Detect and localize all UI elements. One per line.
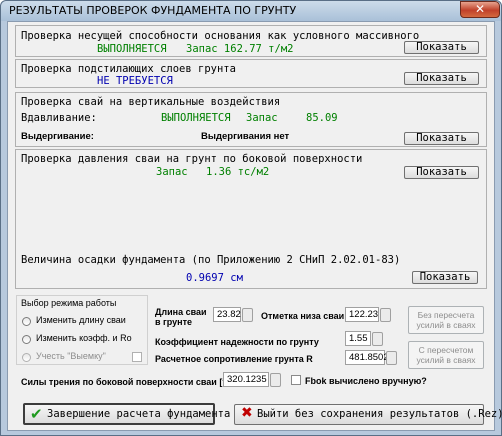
mode-group-label: Выбор режима работы bbox=[21, 298, 117, 308]
push-status: ВЫПОЛНЯЕТСЯ bbox=[161, 112, 231, 124]
pile-length-spinner[interactable] bbox=[242, 308, 253, 322]
underlying-show-button[interactable]: Показать bbox=[404, 72, 479, 85]
mode-group: Выбор режима работы Изменить длину сваи … bbox=[16, 295, 148, 365]
lateral-check-title: Проверка давления сваи на грунт по боков… bbox=[21, 153, 363, 165]
underlying-check-panel: Проверка подстилающих слоев грунта НЕ ТР… bbox=[15, 59, 487, 88]
bearing-show-button[interactable]: Показать bbox=[404, 41, 479, 54]
piles-vertical-show-button[interactable]: Показать bbox=[404, 132, 479, 145]
friction-input[interactable]: 320.1235 bbox=[223, 372, 269, 387]
resistance-spinner[interactable] bbox=[386, 351, 397, 365]
pile-length-input[interactable]: 23.82 bbox=[213, 307, 241, 322]
reliability-spinner[interactable] bbox=[372, 332, 383, 346]
lateral-settlement-panel: Проверка давления сваи на грунт по боков… bbox=[15, 149, 487, 289]
reliability-label: Коэффициент надежности по грунту bbox=[155, 337, 319, 347]
check-icon: ✔ bbox=[30, 405, 43, 423]
push-margin-value: 85.09 bbox=[306, 112, 338, 124]
radio-excavation[interactable] bbox=[22, 353, 31, 362]
piles-vertical-panel: Проверка свай на вертикальные воздействи… bbox=[15, 92, 487, 147]
radio-change-length-label: Изменить длину сваи bbox=[36, 315, 126, 325]
resistance-label: Расчетное сопротивление грунта R bbox=[155, 354, 313, 364]
lateral-show-button[interactable]: Показать bbox=[404, 166, 479, 179]
finish-button-label: Завершение расчета фундамента bbox=[47, 408, 231, 420]
pull-status: Выдергивания нет bbox=[201, 131, 290, 142]
recalc-button[interactable]: С пересчетом усилий в сваях bbox=[408, 341, 484, 369]
lateral-margin-label: Запас bbox=[156, 166, 188, 178]
fbok-checkbox[interactable] bbox=[291, 375, 301, 385]
piles-vertical-title: Проверка свай на вертикальные воздействи… bbox=[21, 96, 281, 108]
close-button[interactable]: ✕ bbox=[460, 1, 500, 18]
radio-change-length[interactable] bbox=[22, 317, 31, 326]
finish-button[interactable]: ✔ Завершение расчета фундамента bbox=[23, 403, 230, 425]
pile-bottom-label: Отметка низа сваи bbox=[261, 311, 345, 321]
radio-change-coef-label: Изменить коэфф. и Ro bbox=[36, 333, 132, 343]
radio-excavation-label: Учесть "Выемку" bbox=[36, 351, 106, 361]
dialog-window: РЕЗУЛЬТАТЫ ПРОВЕРОК ФУНДАМЕНТА ПО ГРУНТУ… bbox=[0, 0, 502, 436]
bearing-check-status: ВЫПОЛНЯЕТСЯ bbox=[97, 43, 167, 55]
push-margin-label: Запас bbox=[246, 112, 278, 124]
window-title: РЕЗУЛЬТАТЫ ПРОВЕРОК ФУНДАМЕНТА ПО ГРУНТУ bbox=[9, 4, 297, 17]
settlement-title: Величина осадки фундамента (по Приложени… bbox=[21, 254, 401, 266]
resistance-input[interactable]: 481.8502 bbox=[345, 350, 389, 365]
title-bar: РЕЗУЛЬТАТЫ ПРОВЕРОК ФУНДАМЕНТА ПО ГРУНТУ bbox=[1, 1, 501, 21]
no-recalc-button[interactable]: Без пересчета усилий в сваях bbox=[408, 306, 484, 334]
lateral-margin-value: 1.36 тс/м2 bbox=[206, 166, 270, 178]
cross-icon: ✖ bbox=[241, 405, 253, 421]
friction-label: Силы трения по боковой поверхности сваи … bbox=[21, 377, 230, 387]
exit-without-saving-button[interactable]: ✖ Выйти без сохранения результатов (.Rez… bbox=[234, 404, 502, 425]
pile-bottom-input[interactable]: 122.23 bbox=[345, 307, 379, 322]
excavation-checkbox[interactable] bbox=[132, 352, 142, 362]
pile-length-label-1: Длина сваи bbox=[155, 307, 207, 317]
underlying-check-title: Проверка подстилающих слоев грунта bbox=[21, 63, 236, 75]
pull-label: Выдергивание: bbox=[21, 131, 94, 142]
pile-length-label-2: в грунте bbox=[155, 317, 193, 327]
push-label: Вдавливание: bbox=[21, 112, 97, 124]
settlement-value: 0.9697 см bbox=[186, 272, 243, 284]
dialog-client: Проверка несущей способности основания к… bbox=[7, 21, 502, 431]
bearing-check-panel: Проверка несущей способности основания к… bbox=[15, 25, 487, 57]
bearing-check-title: Проверка несущей способности основания к… bbox=[21, 30, 420, 42]
bearing-check-margin: Запас 162.77 т/м2 bbox=[186, 43, 294, 55]
friction-spinner[interactable] bbox=[270, 373, 281, 387]
radio-change-coef[interactable] bbox=[22, 335, 31, 344]
fbok-label: Fbok вычислено вручную? bbox=[305, 376, 427, 386]
reliability-input[interactable]: 1.55 bbox=[345, 331, 371, 346]
settlement-show-button[interactable]: Показать bbox=[412, 271, 478, 284]
pile-bottom-spinner[interactable] bbox=[380, 308, 391, 322]
underlying-check-status: НЕ ТРЕБУЕТСЯ bbox=[97, 75, 173, 87]
exit-button-label: Выйти без сохранения результатов (.Rez) bbox=[257, 408, 502, 420]
